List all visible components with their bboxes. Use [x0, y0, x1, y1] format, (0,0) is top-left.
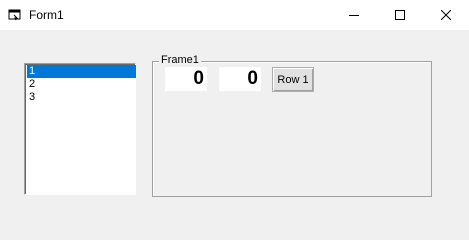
title-bar[interactable]: Form1	[0, 0, 469, 30]
close-icon	[441, 10, 451, 20]
row-1-button[interactable]: Row 1	[272, 67, 314, 92]
maximize-icon	[395, 10, 405, 20]
minimize-button[interactable]	[331, 0, 377, 30]
frame-label: Frame1	[159, 54, 201, 67]
window-title: Form1	[29, 8, 64, 22]
form-window-icon[interactable]	[8, 8, 22, 22]
value-label-1: 0	[165, 67, 207, 91]
list-item[interactable]: 1	[27, 65, 136, 78]
maximize-button[interactable]	[377, 0, 423, 30]
close-button[interactable]	[423, 0, 469, 30]
list-item[interactable]: 3	[27, 91, 136, 104]
form1-window: Form1 1 2 3 Frame1 0 0 Row 1	[0, 0, 469, 229]
value-label-2: 0	[219, 67, 261, 91]
list-item[interactable]: 2	[27, 78, 136, 91]
minimize-icon	[349, 15, 359, 16]
list-box[interactable]: 1 2 3	[24, 63, 136, 195]
